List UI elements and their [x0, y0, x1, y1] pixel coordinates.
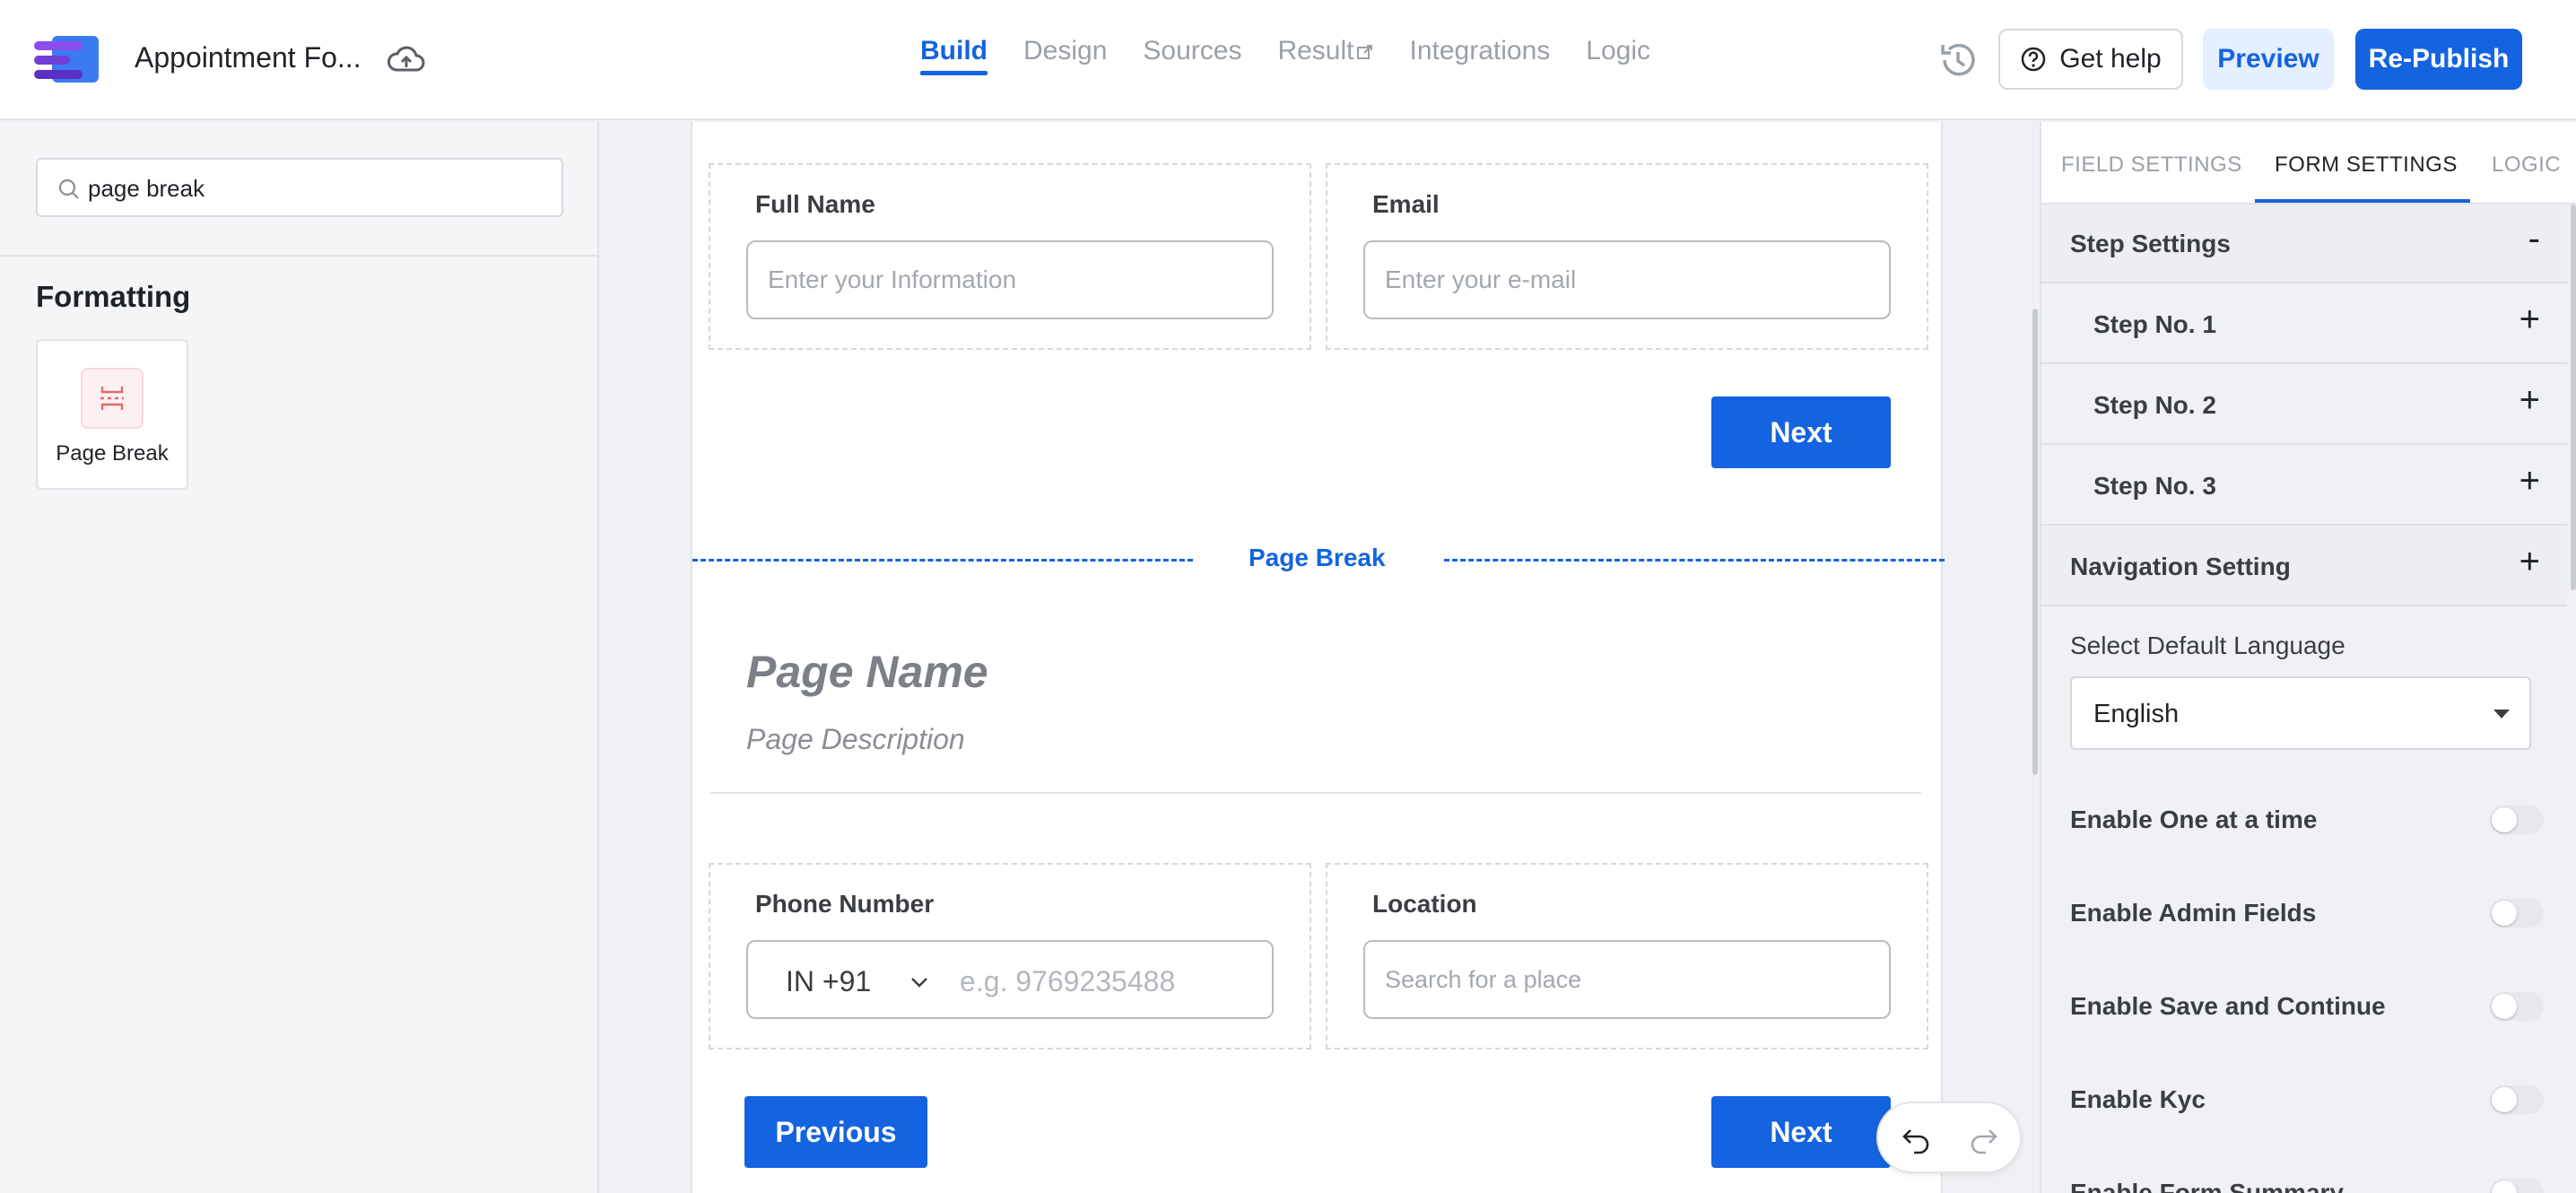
form-builder-logo-icon[interactable]: [32, 34, 100, 86]
toggle-knob: [2492, 1180, 2517, 1193]
selected-language: English: [2093, 700, 2180, 728]
country-code-select[interactable]: IN +91: [786, 965, 871, 998]
tab-integrations[interactable]: Integrations: [1410, 36, 1551, 75]
save-continue-toggle[interactable]: [2490, 992, 2544, 1021]
email-input[interactable]: [1363, 240, 1891, 319]
full-name-label: Full Name: [755, 190, 875, 218]
undo-icon[interactable]: [1900, 1121, 1934, 1155]
canvas-scrollbar[interactable]: [2032, 309, 2038, 775]
tab-result[interactable]: Result: [1277, 36, 1373, 75]
toggle-row-admin-fields: Enable Admin Fields: [2070, 886, 2544, 940]
step-settings-header[interactable]: Step Settings -: [2041, 205, 2567, 283]
default-language-select[interactable]: English: [2070, 676, 2531, 750]
tab-logic-settings[interactable]: LOGIC: [2492, 152, 2561, 178]
divider: [710, 792, 1921, 794]
active-tab-indicator: [2255, 199, 2470, 203]
full-name-input[interactable]: [746, 240, 1274, 319]
toggle-knob: [2492, 901, 2517, 926]
page-break-label[interactable]: Page Break: [1249, 544, 1386, 572]
page-break-line-left: [692, 559, 1193, 562]
tab-form-settings[interactable]: FORM SETTINGS: [2275, 152, 2458, 178]
page-break-icon: [100, 387, 124, 410]
collapse-icon[interactable]: -: [2528, 221, 2540, 257]
page-break-icon-box: [81, 368, 144, 429]
kyc-toggle[interactable]: [2490, 1085, 2544, 1114]
toggle-row-save-continue: Enable Save and Continue: [2070, 980, 2544, 1033]
settings-tabs: FIELD SETTINGS FORM SETTINGS LOGIC: [2041, 122, 2576, 205]
email-field[interactable]: Email: [1326, 163, 1928, 350]
tab-design[interactable]: Design: [1023, 36, 1107, 75]
page-name-heading[interactable]: Page Name: [746, 646, 988, 698]
navigation-setting-header[interactable]: Navigation Setting +: [2041, 527, 2567, 606]
toggle-knob: [2492, 1087, 2517, 1112]
one-at-a-time-toggle[interactable]: [2490, 805, 2544, 834]
phone-number-field[interactable]: Phone Number IN +91: [709, 863, 1311, 1049]
step-1-row[interactable]: Step No. 1 +: [2041, 285, 2567, 364]
default-language-label: Select Default Language: [2070, 631, 2345, 659]
search-icon: [58, 179, 79, 199]
next-button-step-2[interactable]: Next: [1711, 1096, 1891, 1168]
settings-scrollbar[interactable]: [2571, 205, 2576, 590]
preview-button[interactable]: Preview: [2203, 29, 2334, 90]
page-break-line-right: [1444, 559, 1945, 562]
expand-icon[interactable]: +: [2519, 544, 2540, 579]
divider: [0, 255, 599, 257]
full-name-field[interactable]: Full Name: [709, 163, 1311, 350]
location-field[interactable]: Location: [1326, 863, 1928, 1049]
field-search-input[interactable]: [88, 170, 545, 206]
history-icon[interactable]: [1937, 39, 1979, 81]
question-circle-icon: [2022, 47, 2046, 72]
form-canvas: Full Name Email Next Page Break Page Nam…: [691, 122, 1945, 1193]
phone-number-label: Phone Number: [755, 890, 935, 918]
external-link-icon: [1356, 45, 1372, 60]
phone-input-group: IN +91: [746, 940, 1274, 1019]
location-input[interactable]: [1363, 940, 1891, 1019]
step-2-row[interactable]: Step No. 2 +: [2041, 366, 2567, 445]
settings-panel: FIELD SETTINGS FORM SETTINGS LOGIC Step …: [2040, 122, 2576, 1193]
formatting-section-title: Formatting: [36, 280, 191, 313]
toggle-knob: [2492, 807, 2517, 832]
toggle-knob: [2492, 994, 2517, 1019]
previous-button[interactable]: Previous: [744, 1096, 927, 1168]
phone-number-input[interactable]: [960, 956, 1256, 1006]
page-break-widget[interactable]: Page Break: [36, 339, 188, 490]
toggle-row-one-at-a-time: Enable One at a time: [2070, 793, 2544, 847]
page-description[interactable]: Page Description: [746, 723, 965, 756]
tab-logic[interactable]: Logic: [1586, 36, 1650, 75]
republish-button[interactable]: Re-Publish: [2355, 29, 2522, 90]
caret-down-icon: [2493, 710, 2510, 718]
field-search-box: [36, 158, 563, 217]
chevron-down-icon[interactable]: [908, 971, 931, 994]
step-3-row[interactable]: Step No. 3 +: [2041, 447, 2567, 526]
get-help-button[interactable]: Get help: [1998, 29, 2183, 90]
cloud-icon: [387, 46, 425, 72]
expand-icon[interactable]: +: [2519, 382, 2540, 418]
form-title[interactable]: Appointment Fo...: [135, 41, 361, 74]
tab-field-settings[interactable]: FIELD SETTINGS: [2061, 152, 2242, 178]
tab-build[interactable]: Build: [920, 36, 988, 75]
main-nav: Build Design Sources Result Integrations…: [920, 36, 1650, 75]
field-library-panel: Formatting Page Break: [0, 122, 599, 1193]
toggle-row-form-summary: Enable Form Summary: [2070, 1166, 2544, 1193]
toggle-row-kyc: Enable Kyc: [2070, 1073, 2544, 1127]
undo-redo-control: [1876, 1102, 2022, 1173]
page-break-widget-label: Page Break: [56, 441, 169, 466]
form-summary-toggle[interactable]: [2490, 1179, 2544, 1193]
expand-icon[interactable]: +: [2519, 301, 2540, 337]
tab-sources[interactable]: Sources: [1143, 36, 1241, 75]
admin-fields-toggle[interactable]: [2490, 899, 2544, 927]
top-bar: Appointment Fo... Build Design Sources R…: [0, 0, 2576, 120]
redo-icon[interactable]: [1966, 1121, 2000, 1155]
expand-icon[interactable]: +: [2519, 463, 2540, 499]
location-label: Location: [1372, 890, 1477, 918]
email-label: Email: [1372, 190, 1440, 218]
next-button-step-1[interactable]: Next: [1711, 396, 1891, 468]
